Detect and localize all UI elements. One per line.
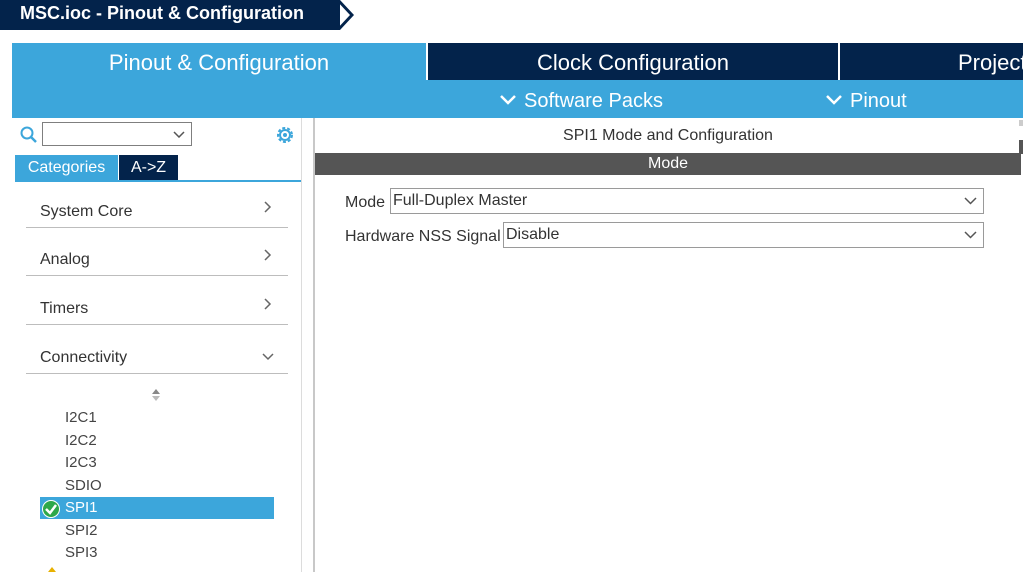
- peripheral-item-i2c2[interactable]: I2C2: [65, 432, 97, 449]
- mode-select-value: Full-Duplex Master: [393, 192, 528, 209]
- hardware-nss-select[interactable]: Disable: [503, 222, 984, 248]
- chevron-down-icon: [500, 94, 516, 105]
- peripheral-item-sdio[interactable]: SDIO: [65, 477, 102, 494]
- category-panel: Categories A->Z System Core Analog Timer…: [12, 118, 301, 572]
- check-circle-icon: [42, 500, 60, 518]
- chevron-right-icon: [264, 201, 272, 213]
- peripheral-item-spi3[interactable]: SPI3: [65, 544, 98, 561]
- configuration-panel: SPI1 Mode and Configuration Mode Mode Fu…: [313, 118, 1023, 572]
- search-icon: [20, 126, 37, 143]
- chevron-down-icon: [964, 231, 977, 239]
- software-packs-label: Software Packs: [524, 90, 663, 112]
- category-analog[interactable]: Analog: [26, 228, 288, 276]
- category-label: Timers: [40, 300, 89, 317]
- sub-toolbar: Software Packs Pinout: [12, 80, 1023, 118]
- peripheral-item-i2c1[interactable]: I2C1: [65, 409, 97, 426]
- chevron-down-icon: [826, 94, 842, 105]
- chevron-right-icon: [264, 298, 272, 310]
- mode-select[interactable]: Full-Duplex Master: [390, 188, 984, 214]
- sort-icon[interactable]: [151, 388, 161, 402]
- chevron-right-icon: [264, 249, 272, 261]
- tab-pinout-configuration[interactable]: Pinout & Configuration: [12, 43, 426, 80]
- category-label: System Core: [40, 203, 133, 220]
- tab-categories[interactable]: Categories: [15, 155, 118, 180]
- hardware-nss-label: Hardware NSS Signal: [345, 228, 501, 245]
- tab-a-to-z[interactable]: A->Z: [119, 155, 178, 180]
- pinout-label: Pinout: [850, 90, 907, 112]
- peripheral-item-spi1-selected[interactable]: SPI1: [40, 497, 274, 519]
- category-connectivity[interactable]: Connectivity: [26, 326, 288, 374]
- peripheral-item-i2c3[interactable]: I2C3: [65, 454, 97, 471]
- main-tabs: Pinout & Configuration Clock Configurati…: [12, 43, 1023, 80]
- hardware-nss-value: Disable: [506, 226, 560, 243]
- category-label: Analog: [40, 251, 90, 268]
- mode-label: Mode: [345, 194, 386, 211]
- tab-clock-configuration[interactable]: Clock Configuration: [428, 43, 838, 80]
- chevron-down-icon: [173, 131, 185, 138]
- category-label: Connectivity: [40, 349, 128, 366]
- panel-splitter[interactable]: [301, 118, 313, 572]
- window-title: MSC.ioc - Pinout & Configuration: [0, 0, 340, 30]
- title-bar: MSC.ioc - Pinout & Configuration: [0, 0, 1023, 30]
- category-timers[interactable]: Timers: [26, 277, 288, 325]
- selected-peripheral-label: SPI1: [65, 499, 98, 516]
- breadcrumb-chevron-icon: [336, 0, 354, 30]
- peripheral-item-spi2[interactable]: SPI2: [65, 522, 98, 539]
- warning-icon: [48, 567, 56, 572]
- mode-section-header: Mode: [315, 153, 1021, 175]
- scrollbar[interactable]: [1019, 120, 1023, 160]
- panel-title: SPI1 Mode and Configuration: [563, 127, 773, 144]
- gear-icon[interactable]: [274, 124, 296, 146]
- pinout-menu[interactable]: Pinout: [826, 80, 907, 118]
- software-packs-menu[interactable]: Software Packs: [500, 80, 663, 118]
- category-system-core[interactable]: System Core: [26, 180, 288, 228]
- chevron-down-icon: [964, 197, 977, 205]
- chevron-down-icon: [262, 353, 274, 361]
- tab-project-manager[interactable]: Project Manager: [840, 43, 1023, 80]
- category-view-tabs: Categories A->Z: [15, 155, 301, 182]
- search-input[interactable]: [42, 122, 192, 146]
